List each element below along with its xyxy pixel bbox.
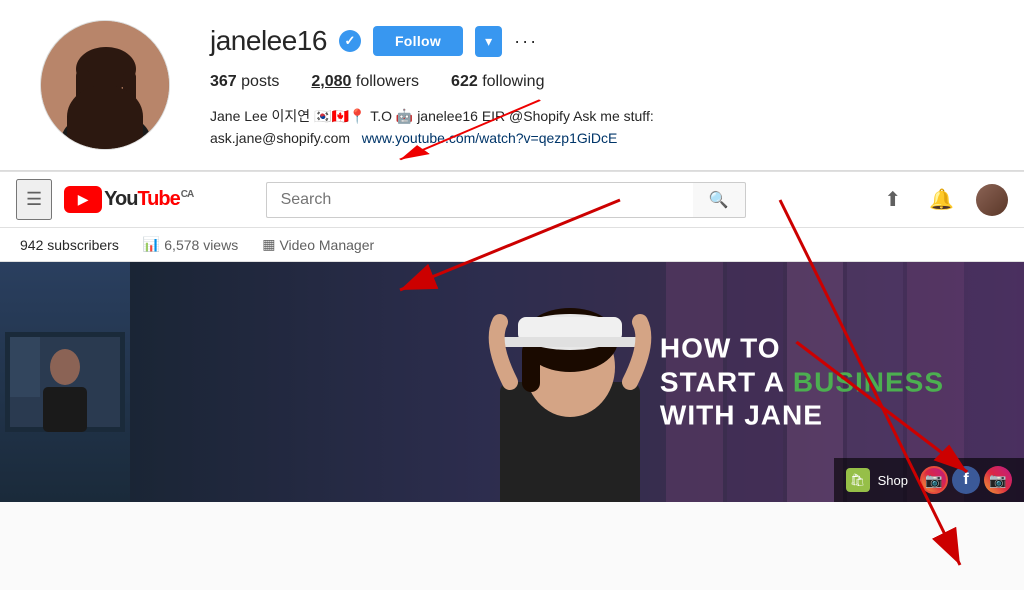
followers-stat[interactable]: 2,080 followers <box>311 73 419 91</box>
search-container: 🔍 <box>266 182 746 218</box>
views-stat: 📊 6,578 views <box>143 236 238 253</box>
bio-youtube-link[interactable]: www.youtube.com/watch?v=qezp1GiDcE <box>362 130 618 146</box>
video-manager-label: Video Manager <box>279 237 374 253</box>
shopify-icon: 🛍 <box>846 468 870 492</box>
search-input[interactable] <box>266 182 693 218</box>
hamburger-menu-button[interactable]: ☰ <box>16 179 52 220</box>
video-manager-icon: ▦ <box>262 236 275 253</box>
bottom-bar: 🛍 Shop 📷 f 📷 <box>834 458 1024 502</box>
video-manager-stat[interactable]: ▦ Video Manager <box>262 236 374 253</box>
username: janelee16 <box>210 25 327 57</box>
user-avatar[interactable] <box>976 184 1008 216</box>
bio-line2: ask.jane@shopify.com www.youtube.com/wat… <box>210 127 984 149</box>
nav-icons: ⬆ 🔔 <box>878 181 1008 218</box>
posts-stat: 367 posts <box>210 73 279 91</box>
search-button[interactable]: 🔍 <box>693 182 746 218</box>
youtube-navbar: ☰ YouTubeCA 🔍 ⬆ 🔔 <box>0 172 1024 228</box>
youtube-logo[interactable]: YouTubeCA <box>64 186 193 213</box>
more-options-button[interactable]: ··· <box>514 31 538 52</box>
video-title-line3: WITH JANE <box>660 399 944 433</box>
youtube-logo-text: YouTubeCA <box>104 188 193 211</box>
shop-label: Shop <box>878 473 908 488</box>
posts-label: posts <box>241 73 279 90</box>
facebook-icon[interactable]: f <box>952 466 980 494</box>
instagram-profile-section: janelee16 Follow ▾ ··· 367 posts 2,080 f… <box>0 0 1024 171</box>
video-title-line2: START A BUSINESS <box>660 365 944 399</box>
instagram-icon-2[interactable]: 📷 <box>984 466 1012 494</box>
video-title-business: BUSINESS <box>793 366 944 397</box>
views-count: 6,578 views <box>164 237 238 253</box>
upload-button[interactable]: ⬆ <box>878 181 907 218</box>
verified-badge <box>339 30 361 52</box>
profile-header: janelee16 Follow ▾ ··· <box>210 25 984 57</box>
following-label: following <box>482 73 544 90</box>
follow-dropdown-button[interactable]: ▾ <box>475 26 502 57</box>
video-area: HOW TO START A BUSINESS WITH JANE 🛍 Shop… <box>0 262 1024 502</box>
following-count: 622 <box>451 73 478 90</box>
following-stat[interactable]: 622 following <box>451 73 544 91</box>
yt-country: CA <box>181 189 193 200</box>
profile-stats: 367 posts 2,080 followers 622 following <box>210 73 984 91</box>
profile-avatar[interactable] <box>40 20 170 150</box>
video-title-start-a: START A <box>660 366 793 397</box>
avatar-image <box>41 21 169 149</box>
subscribers-count: 942 subscribers <box>20 237 119 253</box>
subscribers-stat: 942 subscribers <box>20 237 119 253</box>
youtube-section: ☰ YouTubeCA 🔍 ⬆ 🔔 942 subscribers 📊 6,57… <box>0 171 1024 502</box>
follow-button[interactable]: Follow <box>373 26 463 56</box>
video-thumbnail-left[interactable] <box>0 262 130 502</box>
profile-bio: Jane Lee 이지연 🇰🇷🇨🇦📍 T.O 🤖 janelee16 EIR @… <box>210 105 984 150</box>
channel-bar: 942 subscribers 📊 6,578 views ▦ Video Ma… <box>0 228 1024 262</box>
video-title-line1: HOW TO <box>660 332 944 366</box>
yt-you: You <box>104 188 137 210</box>
bar-chart-icon: 📊 <box>143 236 160 253</box>
profile-info: janelee16 Follow ▾ ··· 367 posts 2,080 f… <box>210 20 984 150</box>
social-icons: 📷 f 📷 <box>920 466 1012 494</box>
profile-container: janelee16 Follow ▾ ··· 367 posts 2,080 f… <box>40 20 984 150</box>
followers-label: followers <box>356 73 419 90</box>
followers-count: 2,080 <box>311 73 351 90</box>
notifications-button[interactable]: 🔔 <box>923 181 960 218</box>
bio-line1: Jane Lee 이지연 🇰🇷🇨🇦📍 T.O 🤖 janelee16 EIR @… <box>210 105 984 127</box>
bio-email: ask.jane@shopify.com <box>210 130 350 146</box>
youtube-icon <box>64 186 102 213</box>
video-text-overlay: HOW TO START A BUSINESS WITH JANE <box>660 332 944 433</box>
yt-tube: Tube <box>137 188 179 210</box>
posts-count: 367 <box>210 73 237 90</box>
instagram-icon-1[interactable]: 📷 <box>920 466 948 494</box>
